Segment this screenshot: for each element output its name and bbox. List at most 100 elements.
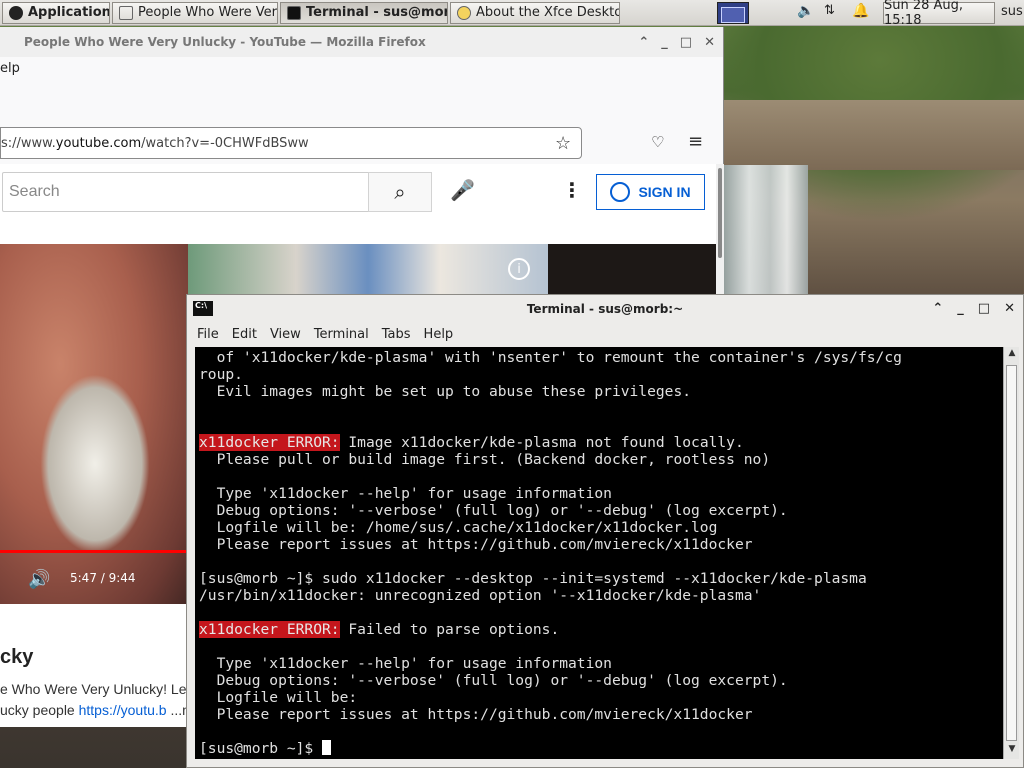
pocket-icon[interactable]: ♡ bbox=[651, 133, 664, 151]
url-bar[interactable]: s://www. youtube.com/watch?v=-0CHWFdBSww bbox=[0, 127, 582, 159]
close-icon[interactable]: ✕ bbox=[1004, 301, 1015, 316]
terminal-output[interactable]: of 'x11docker/kde-plasma' with 'nsenter'… bbox=[195, 347, 1003, 759]
terminal-line: [sus@morb ~]$ sudo x11docker --desktop -… bbox=[199, 570, 999, 587]
url-domain: youtube.com bbox=[55, 135, 142, 151]
volume-icon[interactable]: 🔈 bbox=[797, 3, 814, 19]
terminal-line: Logfile will be: bbox=[199, 689, 999, 706]
maximize-icon[interactable]: □ bbox=[680, 35, 692, 50]
shade-icon[interactable]: ⌃ bbox=[932, 301, 943, 316]
window-title: People Who Were Very Unlucky - YouTube —… bbox=[24, 35, 426, 49]
video-description-line: e Who Were Very Unlucky! Leav bbox=[0, 681, 202, 697]
menu-file[interactable]: File bbox=[197, 327, 219, 342]
terminal-line: Type 'x11docker --help' for usage inform… bbox=[199, 655, 999, 672]
terminal-line: Evil images might be set up to abuse the… bbox=[199, 383, 999, 400]
terminal-text: Logfile will be: bbox=[199, 689, 358, 706]
firefox-titlebar[interactable]: People Who Were Very Unlucky - YouTube —… bbox=[0, 27, 723, 57]
menu-tabs[interactable]: Tabs bbox=[382, 327, 411, 342]
top-panel: Applications People Who Were Very... Ter… bbox=[0, 0, 1024, 26]
account-icon bbox=[610, 182, 631, 202]
terminal-lines: of 'x11docker/kde-plasma' with 'nsenter'… bbox=[195, 347, 1003, 759]
video-time: 5:47 / 9:44 bbox=[70, 571, 136, 585]
terminal-line: of 'x11docker/kde-plasma' with 'nsenter'… bbox=[199, 349, 999, 366]
terminal-line: Debug options: '--verbose' (full log) or… bbox=[199, 672, 999, 689]
window-title: Terminal - sus@morb:~ bbox=[526, 302, 684, 316]
menu-help[interactable]: Help bbox=[424, 327, 454, 342]
terminal-text: Debug options: '--verbose' (full log) or… bbox=[199, 502, 788, 519]
description-link[interactable]: https://youtu.b bbox=[79, 702, 167, 718]
taskbar-item-label: About the Xfce Deskto... bbox=[476, 5, 620, 20]
minimize-button[interactable]: _ bbox=[661, 35, 668, 50]
wallpaper-waterfall bbox=[724, 165, 808, 295]
volume-icon[interactable]: 🔊 bbox=[28, 569, 50, 590]
terminal-text: Please report issues at https://github.c… bbox=[199, 706, 753, 723]
video-progress-bar[interactable] bbox=[0, 550, 188, 553]
workspace-pager[interactable] bbox=[717, 2, 749, 24]
tux-icon bbox=[9, 5, 23, 20]
terminal-text: [sus@morb ~]$ sudo x11docker --desktop -… bbox=[199, 570, 867, 587]
terminal-icon bbox=[287, 5, 301, 20]
taskbar-item-about-xfce[interactable]: About the Xfce Deskto... bbox=[450, 1, 620, 24]
sign-in-button[interactable]: SIGN IN bbox=[596, 174, 705, 210]
scroll-down-icon[interactable]: ▼ bbox=[1005, 744, 1019, 758]
terminal-line: Please pull or build image first. (Backe… bbox=[199, 451, 999, 468]
search-button[interactable]: ⌕ bbox=[368, 172, 432, 212]
terminal-text: /usr/bin/x11docker: unrecognized option … bbox=[199, 587, 762, 604]
firefox-menubar: elp bbox=[0, 57, 723, 81]
notification-bell-icon[interactable]: 🔔 bbox=[852, 3, 869, 19]
clock[interactable]: Sun 28 Aug, 15:18 bbox=[883, 0, 995, 28]
terminal-line: Debug options: '--verbose' (full log) or… bbox=[199, 502, 999, 519]
menu-help[interactable]: elp bbox=[0, 61, 20, 76]
terminal-titlebar[interactable]: C:\ Terminal - sus@morb:~ ⌃ _ □ ✕ bbox=[187, 295, 1023, 323]
terminal-text: Type 'x11docker --help' for usage inform… bbox=[199, 485, 612, 502]
terminal-text: Please pull or build image first. (Backe… bbox=[199, 451, 771, 468]
terminal-app-icon: C:\ bbox=[193, 301, 213, 316]
terminal-line: Type 'x11docker --help' for usage inform… bbox=[199, 485, 999, 502]
scroll-up-icon[interactable]: ▲ bbox=[1005, 348, 1019, 362]
bookmark-star-icon[interactable]: ☆ bbox=[555, 133, 571, 154]
terminal-text: Failed to parse options. bbox=[339, 621, 560, 638]
video-description-line: ucky people https://youtu.b ...m bbox=[0, 702, 194, 718]
url-prefix: s://www. bbox=[1, 135, 56, 151]
search-input[interactable]: Search bbox=[2, 172, 369, 212]
terminal-text: Please report issues at https://github.c… bbox=[199, 536, 753, 553]
sign-in-label: SIGN IN bbox=[638, 184, 691, 200]
firefox-navbar: s://www. youtube.com/watch?v=-0CHWFdBSww … bbox=[0, 127, 724, 163]
scroll-thumb[interactable] bbox=[1006, 365, 1017, 741]
applications-menu-button[interactable]: Applications bbox=[2, 1, 110, 24]
user-menu[interactable]: sus bbox=[1001, 4, 1023, 19]
terminal-text: of 'x11docker/kde-plasma' with 'nsenter'… bbox=[199, 349, 902, 366]
terminal-cursor bbox=[322, 740, 332, 755]
maximize-icon[interactable]: □ bbox=[978, 301, 990, 316]
video-frame-top bbox=[188, 244, 548, 294]
terminal-text: Logfile will be: /home/sus/.cache/x11doc… bbox=[199, 519, 718, 536]
terminal-text: [sus@morb ~]$ bbox=[199, 740, 323, 757]
terminal-scrollbar[interactable]: ▲ ▼ bbox=[1003, 347, 1019, 759]
minimize-icon[interactable]: ⌃ bbox=[638, 35, 649, 50]
menu-edit[interactable]: Edit bbox=[232, 327, 257, 342]
menu-terminal[interactable]: Terminal bbox=[314, 327, 369, 342]
minimize-icon[interactable]: _ bbox=[957, 301, 964, 316]
taskbar-item-terminal[interactable]: Terminal - sus@mor... bbox=[280, 1, 448, 24]
terminal-text: roup. bbox=[199, 366, 243, 383]
more-options-icon[interactable]: ⋮ bbox=[562, 178, 582, 202]
taskbar-item-firefox[interactable]: People Who Were Very... bbox=[112, 1, 278, 24]
terminal-line: [sus@morb ~]$ bbox=[199, 740, 999, 757]
smiley-icon bbox=[457, 5, 471, 20]
microphone-icon[interactable]: 🎤 bbox=[450, 178, 475, 202]
menu-view[interactable]: View bbox=[270, 327, 301, 342]
info-icon[interactable]: i bbox=[508, 258, 530, 280]
terminal-window: C:\ Terminal - sus@morb:~ ⌃ _ □ ✕ File E… bbox=[186, 294, 1024, 768]
terminal-line: roup. bbox=[199, 366, 999, 383]
network-icon[interactable]: ⇅ bbox=[824, 3, 835, 18]
taskbar-item-label: People Who Were Very... bbox=[138, 5, 278, 20]
url-path: /watch?v=-0CHWFdBSww bbox=[141, 135, 309, 151]
search-icon: ⌕ bbox=[394, 180, 406, 204]
hamburger-menu-icon[interactable]: ≡ bbox=[688, 131, 703, 152]
close-icon[interactable]: ✕ bbox=[704, 35, 715, 50]
terminal-line: Please report issues at https://github.c… bbox=[199, 536, 999, 553]
